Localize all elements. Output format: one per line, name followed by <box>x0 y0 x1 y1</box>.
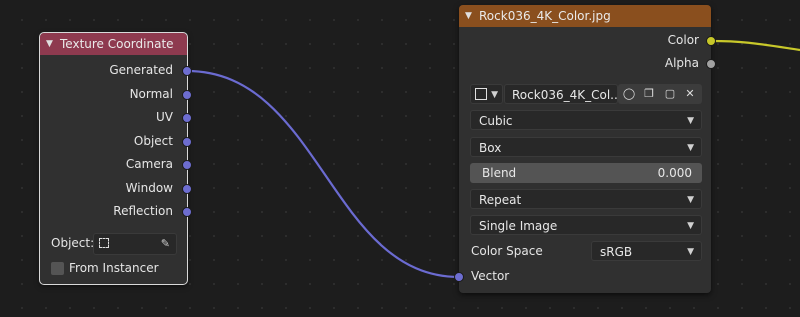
chevron-down-icon: ▼ <box>687 247 694 257</box>
node-title: Rock036_4K_Color.jpg <box>479 9 611 23</box>
output-label: UV <box>156 110 173 124</box>
color-space-value: sRGB <box>600 245 633 259</box>
image-actions: ◯ ❐ ▢ ✕ <box>618 84 702 104</box>
interpolation-dropdown[interactable]: Cubic ▼ <box>470 110 702 130</box>
output-socket-alpha[interactable] <box>706 59 716 69</box>
duplicate-image-icon[interactable]: ❐ <box>639 84 659 104</box>
image-name-field[interactable]: Rock036_4K_Col... <box>504 84 622 104</box>
texture-coordinate-node[interactable]: ▼ Texture Coordinate Generated Normal UV… <box>39 32 192 285</box>
output-socket-reflection[interactable] <box>182 207 192 217</box>
eyedropper-icon[interactable]: ✎ <box>161 234 170 254</box>
output-object: Object <box>40 130 192 154</box>
output-socket-object[interactable] <box>182 136 192 147</box>
output-label: Generated <box>109 63 173 77</box>
output-window: Window <box>40 177 192 201</box>
output-uv: UV <box>40 106 192 130</box>
open-image-icon[interactable]: ▢ <box>660 84 680 104</box>
input-vector: Vector <box>454 265 711 289</box>
chevron-down-icon: ▼ <box>687 195 694 205</box>
blend-label: Blend <box>482 166 517 180</box>
color-output-link[interactable] <box>710 39 800 52</box>
output-color: Color <box>459 29 716 53</box>
output-label: Window <box>125 180 173 195</box>
output-label: Color <box>667 33 699 47</box>
image-texture-node[interactable]: ▼ Rock036_4K_Color.jpg Color Alpha ▼ Roc… <box>454 5 716 293</box>
collapse-chevron-icon[interactable]: ▼ <box>465 11 479 21</box>
chevron-down-icon: ▼ <box>687 143 694 153</box>
output-socket-normal[interactable] <box>182 89 192 100</box>
input-label: Vector <box>471 269 510 283</box>
output-camera: Camera <box>40 153 192 177</box>
output-label: Normal <box>129 86 173 101</box>
image-texture-header[interactable]: ▼ Rock036_4K_Color.jpg <box>459 5 711 27</box>
output-socket-camera[interactable] <box>182 160 192 170</box>
input-socket-vector[interactable] <box>454 272 464 282</box>
node-title: Texture Coordinate <box>60 37 174 51</box>
projection-value: Box <box>479 141 502 155</box>
generated-to-vector-link[interactable] <box>186 69 460 279</box>
output-normal: Normal <box>40 83 192 107</box>
blend-slider[interactable]: Blend 0.000 <box>470 163 702 183</box>
source-dropdown[interactable]: Single Image ▼ <box>470 215 702 235</box>
output-socket-color[interactable] <box>706 36 716 46</box>
output-generated: Generated <box>40 59 192 83</box>
output-alpha: Alpha <box>459 52 716 76</box>
output-reflection: Reflection <box>40 200 192 224</box>
from-instancer-label: From Instancer <box>69 261 159 275</box>
output-socket-uv[interactable] <box>182 113 192 123</box>
object-field[interactable]: ✎ <box>93 233 177 255</box>
image-icon <box>475 88 487 100</box>
extension-dropdown[interactable]: Repeat ▼ <box>470 189 702 209</box>
chevron-down-icon: ▼ <box>687 221 694 231</box>
fake-user-shield-icon[interactable]: ◯ <box>619 84 639 104</box>
output-label: Reflection <box>113 204 173 218</box>
from-instancer-checkbox[interactable] <box>51 262 64 275</box>
extension-value: Repeat <box>479 193 522 207</box>
output-socket-generated[interactable] <box>182 66 192 76</box>
image-name: Rock036_4K_Col... <box>512 88 622 102</box>
color-space-label: Color Space <box>471 244 543 258</box>
projection-dropdown[interactable]: Box ▼ <box>470 137 702 157</box>
color-space-dropdown[interactable]: sRGB ▼ <box>591 241 702 261</box>
interpolation-value: Cubic <box>479 114 513 128</box>
output-socket-window[interactable] <box>182 183 192 194</box>
unlink-close-icon[interactable]: ✕ <box>680 84 700 104</box>
chevron-down-icon: ▼ <box>687 116 694 126</box>
texture-coordinate-header[interactable]: ▼ Texture Coordinate <box>40 33 187 55</box>
image-browse-button[interactable]: ▼ <box>470 84 503 104</box>
source-value: Single Image <box>479 219 558 233</box>
output-label: Object <box>133 133 173 148</box>
chevron-down-icon: ▼ <box>491 90 498 100</box>
collapse-chevron-icon[interactable]: ▼ <box>46 39 60 49</box>
object-label: Object: <box>51 236 95 250</box>
output-label: Camera <box>125 157 173 171</box>
object-cube-icon <box>99 238 109 248</box>
output-label: Alpha <box>664 56 699 70</box>
blend-value: 0.000 <box>657 166 692 180</box>
